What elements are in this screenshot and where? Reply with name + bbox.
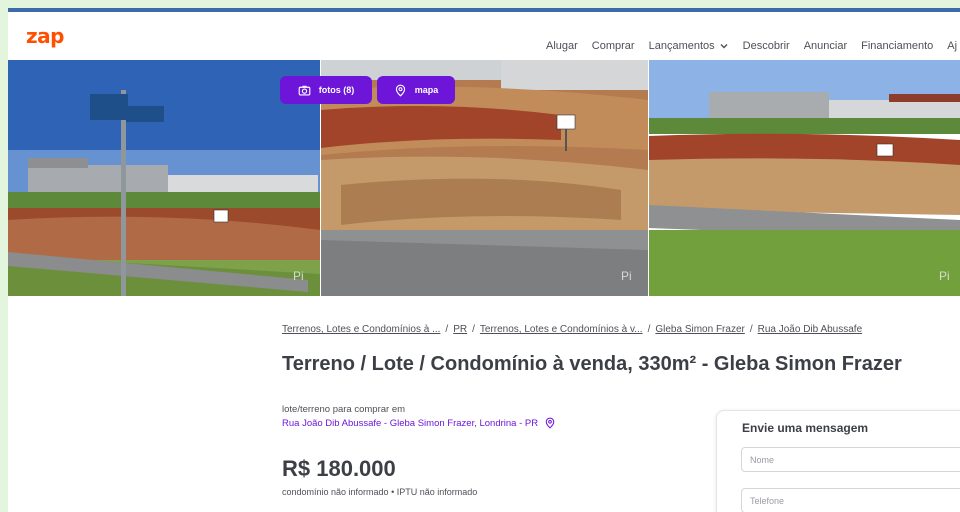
watermark: Pi [621, 269, 632, 283]
breadcrumb: Terrenos, Lotes e Condomínios à ... / PR / T… [282, 324, 862, 335]
breadcrumb-separator: / [445, 324, 449, 335]
watermark: Pi [293, 269, 304, 283]
map-button-label: mapa [414, 85, 439, 95]
phone-field[interactable] [741, 488, 960, 512]
map-button[interactable]: mapa [377, 76, 455, 104]
breadcrumb-link[interactable]: PR [453, 324, 467, 335]
chevron-down-icon [720, 44, 728, 49]
nav-financiamento[interactable]: Financiamento [861, 38, 933, 54]
gallery-photo-3[interactable]: Pi [649, 60, 960, 296]
nav-descobrir[interactable]: Descobrir [743, 38, 790, 54]
breadcrumb-link[interactable]: Terrenos, Lotes e Condomínios à ... [282, 324, 440, 335]
main-nav: Alugar Comprar Lançamentos Descobrir Anu… [546, 38, 957, 54]
breadcrumb-separator: / [472, 324, 475, 335]
breadcrumb-separator: / [647, 324, 651, 335]
listing-address[interactable]: Rua João Dib Abussafe - Gleba Simon Fraz… [282, 417, 556, 429]
breadcrumb-link[interactable]: Terrenos, Lotes e Condomínios à v... [480, 324, 643, 335]
nav-lancamentos[interactable]: Lançamentos [649, 38, 729, 54]
name-field[interactable] [741, 447, 960, 472]
photos-button-label: fotos (8) [318, 85, 355, 95]
camera-icon [298, 85, 311, 96]
nav-alugar[interactable]: Alugar [546, 38, 578, 54]
contact-form: Envie uma mensagem [716, 410, 960, 512]
breadcrumb-link[interactable]: Gleba Simon Frazer [655, 324, 744, 335]
photos-button[interactable]: fotos (8) [280, 76, 372, 104]
listing-price: R$ 180.000 [282, 456, 396, 481]
listing-subtitle: lote/terreno para comprar em [282, 404, 406, 415]
watermark: Pi [939, 269, 950, 283]
nav-comprar[interactable]: Comprar [592, 38, 635, 54]
listing-fees: condomínio não informado • IPTU não info… [282, 487, 478, 497]
contact-form-title: Envie uma mensagem [742, 421, 869, 435]
listing-title: Terreno / Lote / Condomínio à venda, 330… [282, 353, 902, 375]
map-pin-icon [395, 84, 405, 97]
map-pin-icon [545, 417, 555, 429]
nav-ajuda[interactable]: Aj [947, 38, 957, 54]
zap-logo[interactable]: zap [26, 26, 64, 46]
nav-lancamentos-label: Lançamentos [648, 40, 715, 52]
site-header: zap Alugar Comprar Lançamentos Descobrir… [8, 12, 960, 60]
browser-page: zap Alugar Comprar Lançamentos Descobrir… [8, 8, 960, 512]
address-text: Rua João Dib Abussafe - Gleba Simon Fraz… [282, 417, 539, 429]
breadcrumb-link[interactable]: Rua João Dib Abussafe [758, 324, 863, 335]
breadcrumb-separator: / [749, 324, 753, 335]
gallery-photo-1[interactable]: Pi [8, 60, 320, 296]
photo-gallery: Pi Pi Pi fotos (8) mapa [8, 60, 960, 296]
nav-anunciar[interactable]: Anunciar [804, 38, 847, 54]
